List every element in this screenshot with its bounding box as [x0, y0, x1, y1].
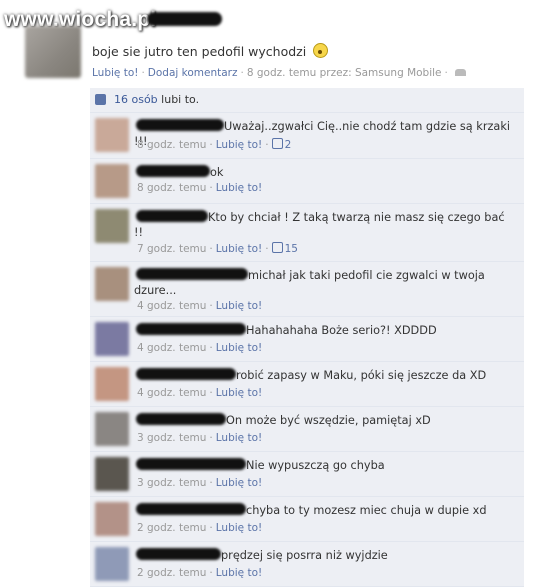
comment-meta: 4 godz. temu · Lubię to!	[137, 387, 263, 399]
comment-timestamp: 8 godz. temu	[137, 139, 207, 151]
comment-like-count[interactable]: 2	[271, 138, 291, 151]
comment-item: robić zapasy w Maku, póki się jeszcze da…	[90, 362, 524, 407]
post-timestamp: 8 godz. temu przez: Samsung Mobile	[246, 67, 442, 79]
comment-text: Nie wypuszczą go chyba	[246, 459, 385, 472]
post-like-link[interactable]: Lubię to!	[92, 67, 138, 79]
commenter-avatar[interactable]	[95, 118, 129, 152]
add-comment-link[interactable]: Dodaj komentarz	[148, 67, 238, 79]
comment-text: robić zapasy w Maku, póki się jeszcze da…	[236, 369, 487, 382]
commenter-avatar[interactable]	[95, 547, 129, 581]
comment-like-link[interactable]: Lubię to!	[216, 342, 262, 354]
comment-timestamp: 3 godz. temu	[137, 477, 207, 489]
comment-like-link[interactable]: Lubię to!	[216, 567, 262, 579]
commenter-avatar[interactable]	[95, 322, 129, 356]
commenter-avatar[interactable]	[95, 502, 129, 536]
comment-like-link[interactable]: Lubię to!	[216, 182, 262, 194]
comment-timestamp: 7 godz. temu	[137, 243, 207, 255]
comment-text: Kto by chciał ! Z taką twarzą nie masz s…	[134, 211, 505, 239]
comment-timestamp: 2 godz. temu	[137, 522, 207, 534]
commenter-avatar[interactable]	[95, 457, 129, 491]
comment-like-link[interactable]: Lubię to!	[216, 243, 262, 255]
comment-text: Hahahahaha Boże serio?! XDDDD	[246, 324, 437, 337]
comment-item: Nie wypuszczą go chyba 3 godz. temu · Lubię…	[90, 452, 524, 497]
comment-timestamp: 2 godz. temu	[137, 567, 207, 579]
comment-timestamp: 3 godz. temu	[137, 432, 207, 444]
comment-timestamp: 4 godz. temu	[137, 300, 207, 312]
like-thumb-icon	[271, 242, 283, 253]
commenter-avatar[interactable]	[95, 267, 129, 301]
commenter-avatar[interactable]	[95, 209, 129, 243]
comment-timestamp: 4 godz. temu	[137, 342, 207, 354]
shocked-emoji-icon	[313, 43, 329, 58]
commenter-avatar[interactable]	[95, 412, 129, 446]
comment-like-link[interactable]: Lubię to!	[216, 387, 262, 399]
commenter-avatar[interactable]	[95, 367, 129, 401]
comment-like-link[interactable]: Lubię to!	[216, 477, 262, 489]
comment-item: michał jak taki pedofil cie zgwalci w tw…	[90, 262, 524, 317]
likers-link[interactable]: 16 osób	[114, 93, 158, 106]
comment-meta: 2 godz. temu · Lubię to!	[137, 522, 263, 534]
post-avatar	[25, 26, 81, 78]
thumbs-up-icon	[95, 94, 106, 105]
comment-text: chyba to ty mozesz miec chuja w dupie xd	[246, 504, 487, 517]
comment-meta: 8 godz. temu · Lubię to!	[137, 182, 263, 194]
comment-text: ok	[210, 166, 224, 179]
comment-item: prędzej się posrra niż wyjdzie 2 godz. te…	[90, 542, 524, 587]
comment-like-link[interactable]: Lubię to!	[216, 432, 262, 444]
comment-like-link[interactable]: Lubię to!	[216, 522, 262, 534]
redacted-name	[147, 12, 222, 26]
audience-icon[interactable]	[454, 69, 466, 76]
comment-timestamp: 4 godz. temu	[137, 387, 207, 399]
post-text: boje sie jutro ten pedofil wychodzi	[92, 43, 329, 59]
like-thumb-icon	[271, 138, 283, 149]
commenter-avatar[interactable]	[95, 164, 129, 198]
comment-meta: 2 godz. temu · Lubię to!	[137, 567, 263, 579]
comment-item: ok 8 godz. temu · Lubię to!	[90, 159, 524, 204]
comment-item: Kto by chciał ! Z taką twarzą nie masz s…	[90, 204, 524, 262]
comment-item: Hahahahaha Boże serio?! XDDDD 4 godz. tem…	[90, 317, 524, 362]
comment-item: Uważaj..zgwałci Cię..nie chodź tam gdzie…	[90, 113, 524, 159]
comment-meta: 8 godz. temu · Lubię to! · 2	[137, 138, 292, 151]
comment-text: prędzej się posrra niż wyjdzie	[221, 549, 388, 562]
comment-meta: 4 godz. temu · Lubię to!	[137, 342, 263, 354]
comment-like-link[interactable]: Lubię to!	[216, 300, 262, 312]
comment-meta: 3 godz. temu · Lubię to!	[137, 477, 263, 489]
comment-like-link[interactable]: Lubię to!	[216, 139, 262, 151]
comment-text: michał jak taki pedofil cie zgwalci w tw…	[134, 269, 485, 297]
comment-like-count[interactable]: 15	[271, 242, 298, 255]
post-meta: Lubię to! · Dodaj komentarz · 8 godz. temu p…	[92, 67, 466, 79]
comment-text: On może być wszędzie, pamiętaj xD	[226, 414, 431, 427]
comment-meta: 4 godz. temu · Lubię to!	[137, 300, 263, 312]
comment-meta: 7 godz. temu · Lubię to! · 15	[137, 242, 298, 255]
comment-item: On może być wszędzie, pamiętaj xD 3 godz.…	[90, 407, 524, 452]
comment-item: chyba to ty mozesz miec chuja w dupie xd…	[90, 497, 524, 542]
comment-meta: 3 godz. temu · Lubię to!	[137, 432, 263, 444]
likes-summary: 16 osób lubi to.	[90, 88, 524, 113]
comment-timestamp: 8 godz. temu	[137, 182, 207, 194]
